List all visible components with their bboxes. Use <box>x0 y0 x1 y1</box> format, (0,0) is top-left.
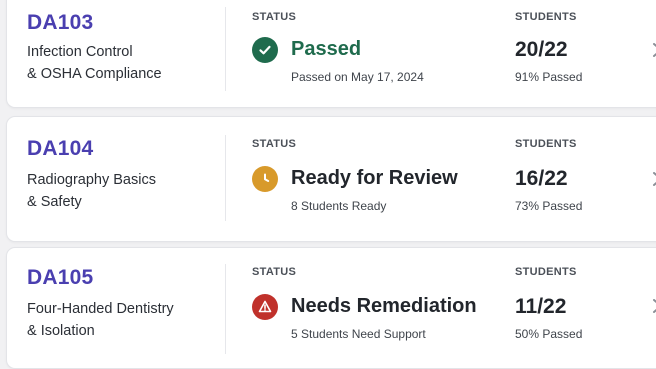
course-card-da104[interactable]: DA104 Radiography Basics & Safety STATUS… <box>6 116 656 242</box>
status-detail: Passed on May 17, 2024 <box>291 70 424 84</box>
students-pass-rate: 73% Passed <box>515 199 583 213</box>
course-title-line2: & OSHA Compliance <box>27 66 162 82</box>
course-title: Infection Control & OSHA Compliance <box>27 41 212 85</box>
course-title-line1: Infection Control <box>27 44 133 60</box>
course-title-line1: Radiography Basics <box>27 172 156 188</box>
status-label: STATUS <box>252 11 297 23</box>
status-label: STATUS <box>252 138 297 150</box>
status-text: Needs Remediation <box>291 295 477 317</box>
chevron-right-icon[interactable] <box>652 43 656 57</box>
status-detail: 8 Students Ready <box>291 199 387 213</box>
course-title-line2: & Safety <box>27 194 82 210</box>
course-card-da103[interactable]: DA103 Infection Control & OSHA Complianc… <box>6 0 656 108</box>
course-title-line1: Four-Handed Dentistry <box>27 301 174 317</box>
course-title-line2: & Isolation <box>27 323 95 339</box>
chevron-right-icon[interactable] <box>652 299 656 313</box>
alert-icon <box>252 294 278 320</box>
status-detail: 5 Students Need Support <box>291 327 426 341</box>
course-card-da105[interactable]: DA105 Four-Handed Dentistry & Isolation … <box>6 247 656 369</box>
check-circle-icon <box>252 37 278 63</box>
course-code: DA103 <box>27 11 94 34</box>
course-code: DA105 <box>27 266 94 289</box>
status-text: Passed <box>291 38 362 60</box>
column-divider <box>225 7 226 91</box>
students-pass-rate: 91% Passed <box>515 70 583 84</box>
course-code: DA104 <box>27 137 94 160</box>
chevron-right-icon[interactable] <box>652 172 656 186</box>
clock-icon <box>252 166 278 192</box>
status-label: STATUS <box>252 266 297 278</box>
students-label: STUDENTS <box>515 266 577 278</box>
status-text: Ready for Review <box>291 167 458 189</box>
students-count: 20/22 <box>515 38 568 61</box>
course-status-list: DA103 Infection Control & OSHA Complianc… <box>0 0 656 369</box>
students-label: STUDENTS <box>515 11 577 23</box>
students-count: 11/22 <box>515 295 567 318</box>
students-label: STUDENTS <box>515 138 577 150</box>
students-count: 16/22 <box>515 167 568 190</box>
students-pass-rate: 50% Passed <box>515 327 583 341</box>
course-title: Four-Handed Dentistry & Isolation <box>27 298 212 342</box>
column-divider <box>225 135 226 221</box>
course-title: Radiography Basics & Safety <box>27 169 212 213</box>
